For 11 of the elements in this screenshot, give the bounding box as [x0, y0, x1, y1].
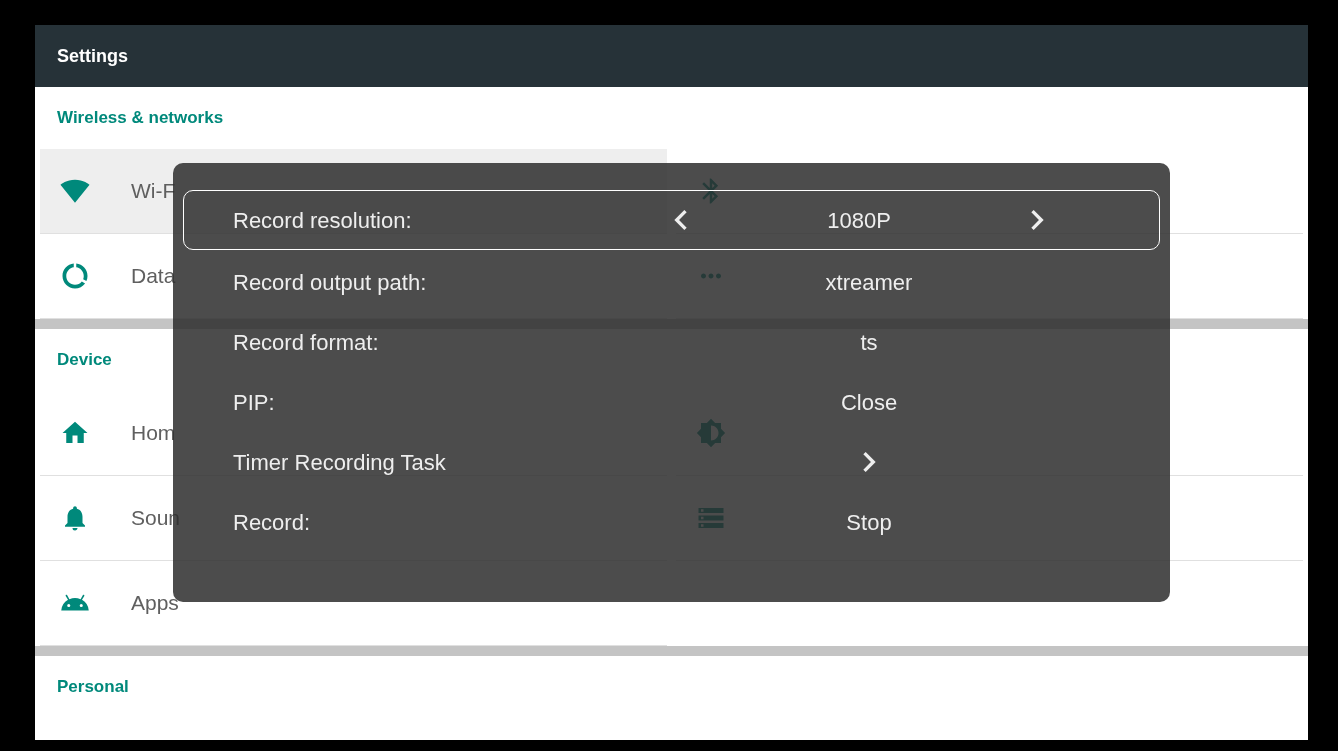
dialog-row[interactable]: Timer Recording Task	[183, 432, 1160, 492]
dialog-row[interactable]: Record format: ts	[183, 312, 1160, 372]
section-heading: Device	[57, 349, 112, 372]
section-heading: Personal	[57, 676, 129, 699]
app-title: Settings	[57, 44, 128, 68]
dialog-row[interactable]: Record output path: xtreamer	[183, 252, 1160, 312]
dialog-row[interactable]: Record: Stop	[183, 492, 1160, 552]
ring-icon	[60, 261, 90, 291]
section-heading: Wireless & networks	[57, 107, 224, 130]
dialog-row[interactable]: PIP: Close	[183, 372, 1160, 432]
dialog-row[interactable]: Record resolution: 1080P	[183, 190, 1160, 250]
